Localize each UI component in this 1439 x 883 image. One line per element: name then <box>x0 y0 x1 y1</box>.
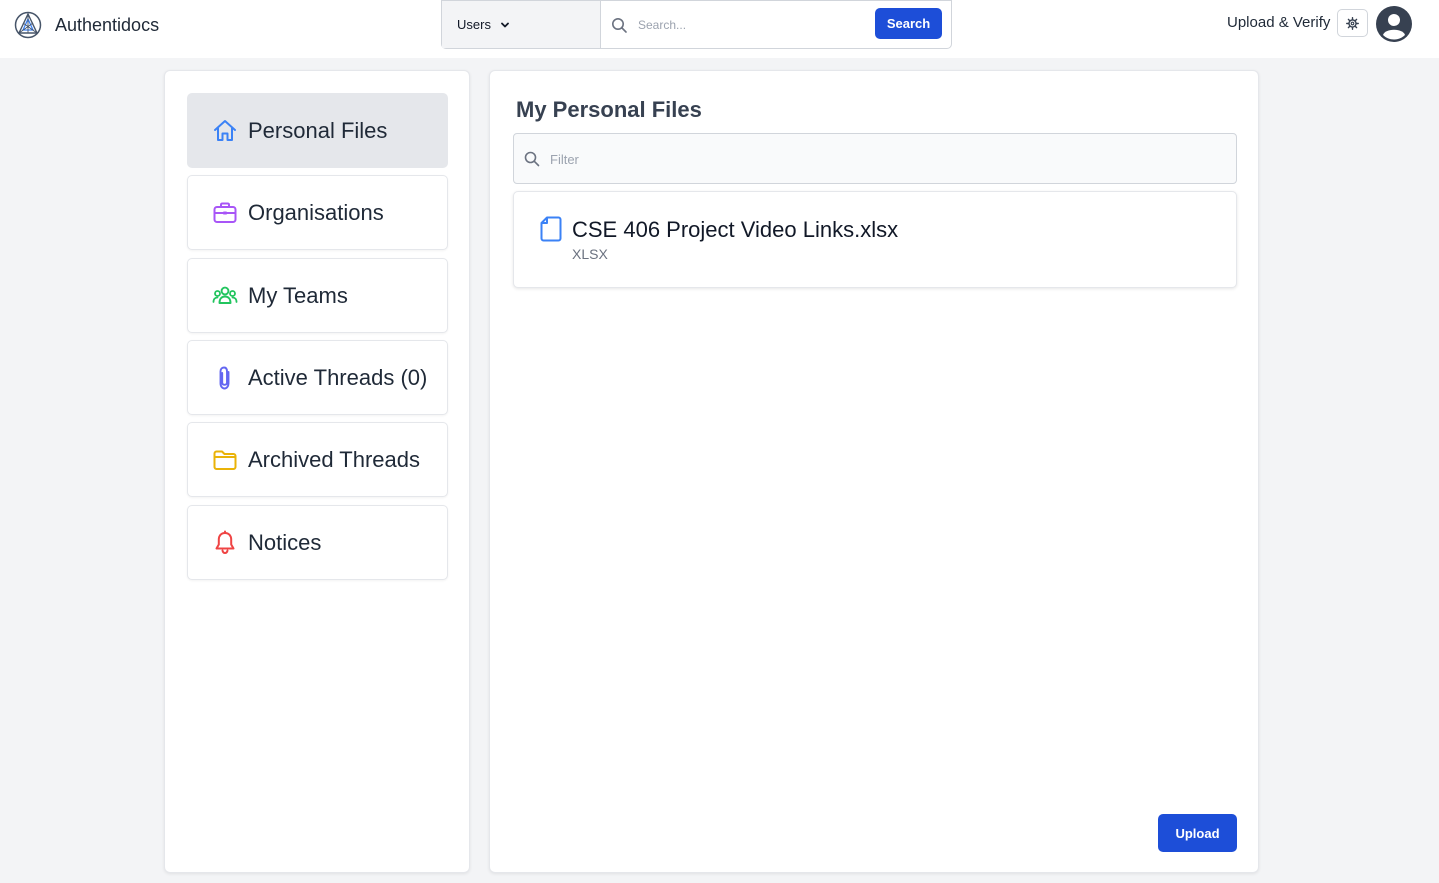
filter-box <box>513 133 1237 184</box>
sidebar-item-active-threads[interactable]: Active Threads (0) <box>187 340 448 415</box>
file-type: XLSX <box>572 246 608 262</box>
user-avatar-icon[interactable] <box>1376 6 1412 42</box>
sidebar-item-label: My Teams <box>248 282 348 308</box>
upload-button[interactable]: Upload <box>1158 814 1237 852</box>
sidebar-item-notices[interactable]: Notices <box>187 505 448 580</box>
paperclip-icon <box>219 366 230 389</box>
filter-input[interactable] <box>550 145 1210 173</box>
briefcase-icon <box>213 202 237 223</box>
search-scope-dropdown[interactable]: Users <box>442 1 601 48</box>
users-icon <box>212 286 238 304</box>
search-button[interactable]: Search <box>875 8 942 39</box>
sidebar: Personal Files Organisations My Teams Ac… <box>164 70 470 873</box>
upload-verify-link[interactable]: Upload & Verify <box>1227 14 1330 31</box>
sidebar-item-label: Personal Files <box>248 117 388 143</box>
global-search-bar: Users Search <box>441 0 952 49</box>
search-icon <box>612 18 627 33</box>
document-icon <box>540 216 562 242</box>
sidebar-item-label: Active Threads (0) <box>248 364 428 390</box>
sidebar-item-archived-threads[interactable]: Archived Threads <box>187 422 448 497</box>
sidebar-item-label: Archived Threads <box>248 446 421 472</box>
page-title: My Personal Files <box>516 97 702 122</box>
folder-icon <box>213 450 237 470</box>
chevron-down-icon <box>501 22 509 27</box>
search-field-wrapper: Search <box>601 1 951 48</box>
sidebar-item-my-teams[interactable]: My Teams <box>187 258 448 333</box>
home-icon <box>214 119 236 141</box>
file-card[interactable]: CSE 406 Project Video Links.xlsx XLSX <box>513 191 1237 288</box>
search-icon <box>524 151 540 167</box>
triangle-logo-icon <box>14 11 42 39</box>
sidebar-item-label: Notices <box>248 529 322 555</box>
top-navbar: Authentidocs Users Search Upload & Verif… <box>0 0 1439 58</box>
bell-icon <box>215 530 235 554</box>
sidebar-item-label: Organisations <box>248 199 384 225</box>
brand-link[interactable]: Authentidocs <box>14 10 159 40</box>
sidebar-item-organisations[interactable]: Organisations <box>187 175 448 250</box>
sidebar-item-personal-files[interactable]: Personal Files <box>187 93 448 168</box>
search-scope-label: Users <box>457 17 491 32</box>
brand-name: Authentidocs <box>55 14 160 35</box>
gear-icon <box>1346 16 1359 30</box>
main-panel: My Personal Files CSE 406 Project Video … <box>489 70 1259 873</box>
file-name: CSE 406 Project Video Links.xlsx <box>572 217 899 242</box>
search-input[interactable] <box>638 9 858 40</box>
settings-button[interactable] <box>1337 9 1368 37</box>
